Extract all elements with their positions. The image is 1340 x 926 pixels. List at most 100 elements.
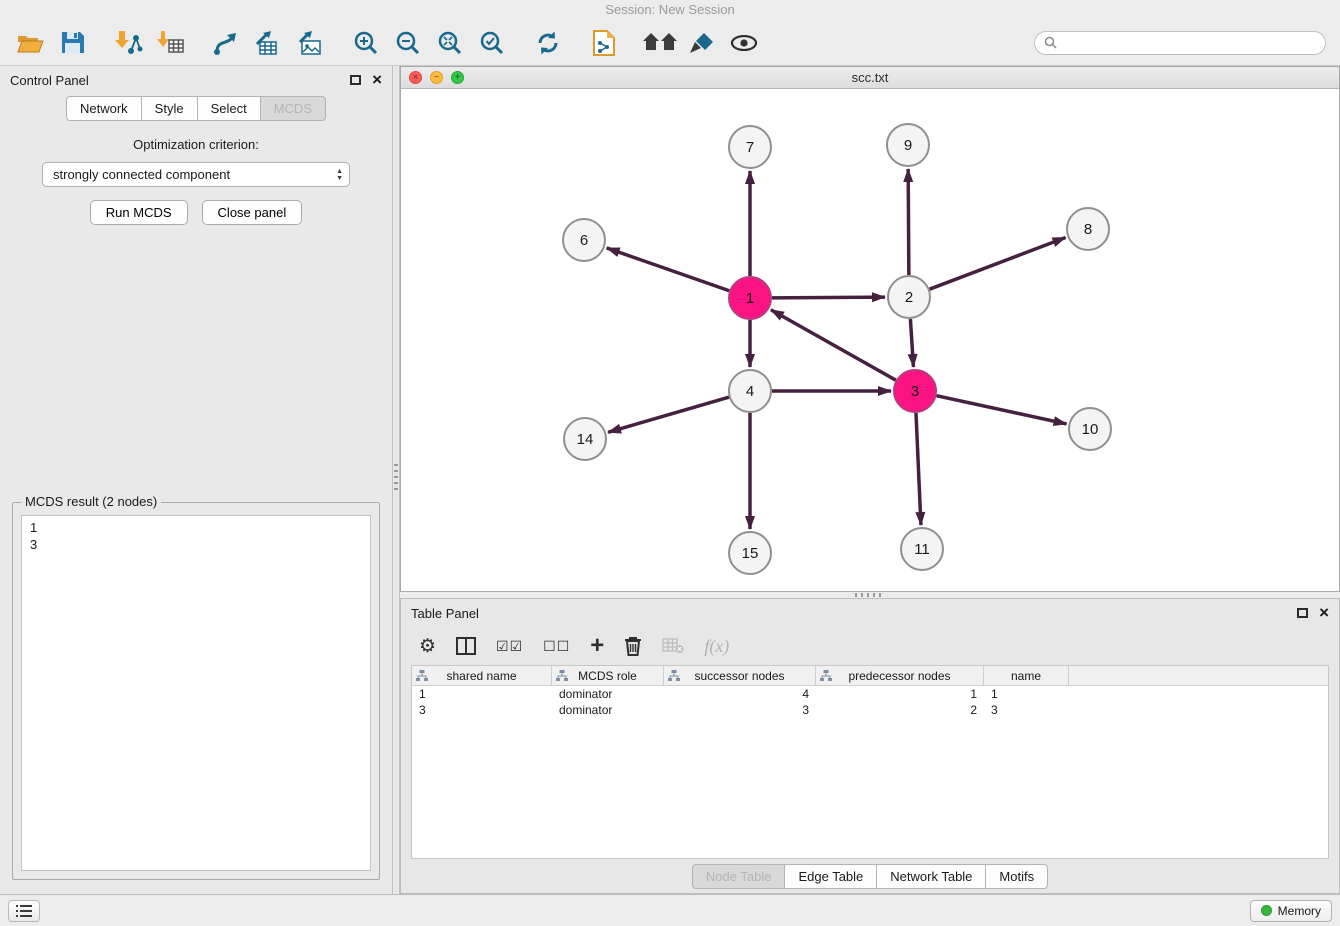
mcds-result-item[interactable]: 1 xyxy=(30,519,362,536)
right-column: × − + scc.txt 7968124314101511 Table Pan… xyxy=(400,66,1340,894)
close-panel-icon[interactable]: × xyxy=(372,74,382,86)
column-layout-icon[interactable] xyxy=(456,637,476,655)
save-icon xyxy=(61,31,84,54)
edge-3-11[interactable] xyxy=(916,413,921,525)
edge-2-3[interactable] xyxy=(910,319,913,367)
new-network-from-table-button[interactable] xyxy=(248,24,288,62)
column-header-predecessor-nodes[interactable]: predecessor nodes xyxy=(816,666,984,685)
edge-2-8[interactable] xyxy=(930,238,1066,290)
tab-mcds[interactable]: MCDS xyxy=(261,96,326,121)
tab-network[interactable]: Network xyxy=(66,96,142,121)
window-close-icon[interactable]: × xyxy=(409,71,422,84)
new-network-button[interactable] xyxy=(206,24,246,62)
home-icon xyxy=(642,32,678,54)
status-bar: Memory xyxy=(0,894,1340,926)
column-header-name[interactable]: name xyxy=(984,666,1069,685)
tab-edge-table[interactable]: Edge Table xyxy=(785,864,877,889)
node-label-3: 3 xyxy=(911,383,919,400)
node-label-4: 4 xyxy=(746,383,754,400)
zoom-in-button[interactable] xyxy=(346,24,386,62)
zoom-fit-button[interactable] xyxy=(430,24,470,62)
network-canvas[interactable]: 7968124314101511 xyxy=(401,89,1338,591)
table-tabs: Node Table Edge Table Network Table Moti… xyxy=(401,859,1339,893)
refresh-icon xyxy=(535,30,561,56)
save-session-button[interactable] xyxy=(52,24,92,62)
cell-mcds-role: dominator xyxy=(552,687,664,701)
memory-status-icon xyxy=(1261,905,1272,916)
zoom-out-icon xyxy=(395,30,421,56)
style-button[interactable] xyxy=(682,24,722,62)
cell-mcds-role: dominator xyxy=(552,703,664,717)
import-network-file-button[interactable] xyxy=(108,24,148,62)
edge-3-1[interactable] xyxy=(771,310,896,380)
node-label-14: 14 xyxy=(577,431,594,448)
edge-1-2[interactable] xyxy=(772,297,885,298)
node-table: shared name MCDS role successor nodes pr… xyxy=(411,665,1329,859)
edge-2-9[interactable] xyxy=(908,169,909,275)
tab-network-table[interactable]: Network Table xyxy=(877,864,986,889)
float-panel-icon[interactable] xyxy=(1297,608,1308,618)
search-box[interactable] xyxy=(1034,31,1326,55)
node-label-2: 2 xyxy=(905,289,913,306)
cell-name: 3 xyxy=(984,703,1069,717)
control-panel-header: Control Panel × xyxy=(0,66,392,94)
zoom-fit-icon xyxy=(437,30,463,56)
horizontal-splitter[interactable] xyxy=(400,592,1340,598)
home-button[interactable] xyxy=(640,24,680,62)
window-titlebar: Session: New Session xyxy=(0,0,1340,20)
node-label-10: 10 xyxy=(1082,421,1099,438)
node-label-15: 15 xyxy=(742,545,759,562)
column-header-shared-name[interactable]: shared name xyxy=(412,666,552,685)
import-table-file-button[interactable] xyxy=(150,24,190,62)
tab-style[interactable]: Style xyxy=(142,96,198,121)
open-session-button[interactable] xyxy=(10,24,50,62)
main-area: Control Panel × Network Style Select MCD… xyxy=(0,66,1340,894)
search-icon xyxy=(1044,36,1057,49)
refresh-button[interactable] xyxy=(528,24,568,62)
tab-motifs[interactable]: Motifs xyxy=(986,864,1048,889)
column-header-mcds-role[interactable]: MCDS role xyxy=(552,666,664,685)
export-image-icon xyxy=(296,30,324,56)
edge-3-10[interactable] xyxy=(936,396,1066,424)
criterion-dropdown[interactable]: strongly connected component ▲ ▼ xyxy=(42,162,350,187)
edge-1-6[interactable] xyxy=(607,248,730,291)
eye-icon xyxy=(730,35,758,51)
unselect-all-columns-icon[interactable]: ☐☐ xyxy=(543,638,570,655)
column-header-successor-nodes[interactable]: successor nodes xyxy=(664,666,816,685)
table-toolbar: ⚙ ☑☑ ☐☐ + xyxy=(401,627,1339,665)
node-label-11: 11 xyxy=(914,541,930,558)
network-arrow-icon xyxy=(213,30,239,56)
float-panel-icon[interactable] xyxy=(350,75,361,85)
network-window-titlebar: × − + scc.txt xyxy=(401,67,1339,89)
window-minimize-icon[interactable]: − xyxy=(430,71,443,84)
add-column-icon[interactable]: + xyxy=(590,636,604,656)
window-zoom-icon[interactable]: + xyxy=(451,71,464,84)
control-panel: Control Panel × Network Style Select MCD… xyxy=(0,66,393,894)
task-history-button[interactable] xyxy=(8,900,40,922)
memory-button[interactable]: Memory xyxy=(1250,900,1332,922)
open-document-button[interactable] xyxy=(584,24,624,62)
mcds-result-item[interactable]: 3 xyxy=(30,536,362,553)
export-image-button[interactable] xyxy=(290,24,330,62)
control-panel-title: Control Panel xyxy=(10,73,89,88)
select-all-columns-icon[interactable]: ☑☑ xyxy=(496,638,523,655)
close-panel-button[interactable]: Close panel xyxy=(202,200,303,225)
zoom-selected-button[interactable] xyxy=(472,24,512,62)
mcds-result-list[interactable]: 1 3 xyxy=(21,515,371,871)
vertical-splitter[interactable] xyxy=(393,66,400,894)
splitter-handle[interactable] xyxy=(855,593,881,597)
edge-4-14[interactable] xyxy=(608,397,729,432)
node-label-6: 6 xyxy=(580,232,588,249)
tab-select[interactable]: Select xyxy=(198,96,261,121)
run-mcds-button[interactable]: Run MCDS xyxy=(90,200,188,225)
splitter-handle[interactable] xyxy=(394,464,398,490)
close-panel-icon[interactable]: × xyxy=(1319,607,1329,619)
search-input[interactable] xyxy=(1063,35,1316,50)
table-row[interactable]: 1 dominator 4 1 1 xyxy=(412,686,1328,702)
table-row[interactable]: 3 dominator 3 2 3 xyxy=(412,702,1328,718)
tab-node-table[interactable]: Node Table xyxy=(692,864,786,889)
gear-icon[interactable]: ⚙ xyxy=(419,635,436,658)
trash-icon[interactable] xyxy=(624,635,642,657)
show-graphics-details-button[interactable] xyxy=(724,24,764,62)
zoom-out-button[interactable] xyxy=(388,24,428,62)
